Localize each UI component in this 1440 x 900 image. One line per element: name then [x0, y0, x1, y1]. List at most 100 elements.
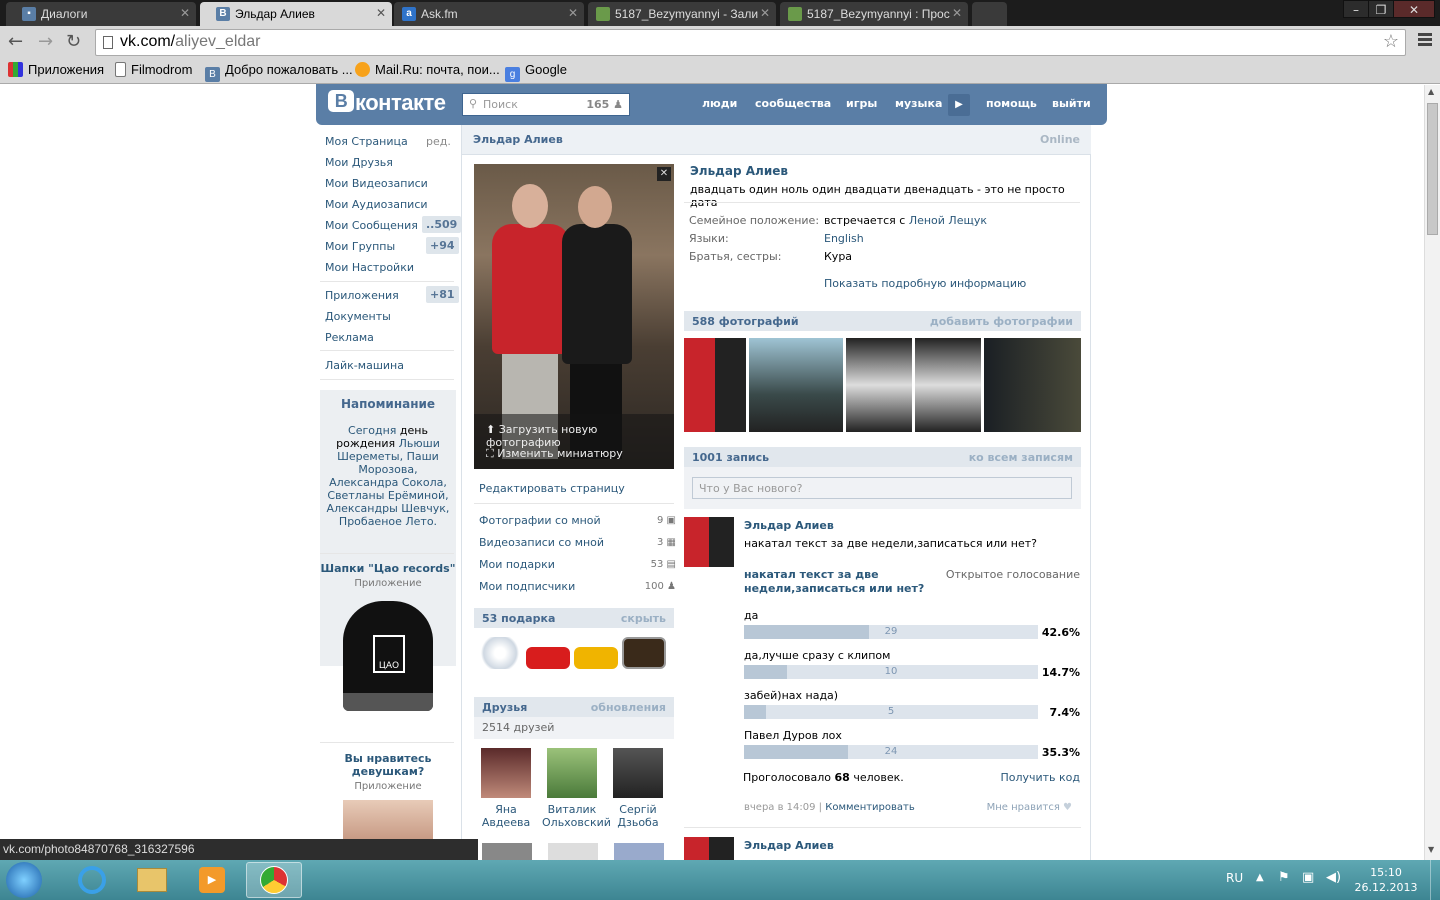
edit-page-link[interactable]: Редактировать страницу: [479, 482, 625, 495]
change-thumbnail-link[interactable]: ⛶ Изменить миниатюру: [486, 447, 623, 461]
sidebar-item-friends[interactable]: Мои Друзья: [325, 156, 393, 169]
cap-image[interactable]: ЦАО: [343, 601, 433, 711]
bookmark-star-icon[interactable]: ☆: [1383, 31, 1399, 52]
photo-thumbnail[interactable]: [749, 338, 843, 432]
post-author-avatar[interactable]: [684, 517, 734, 567]
poll-option-bar[interactable]: 24: [744, 745, 1038, 759]
photo-thumbnail[interactable]: [984, 338, 1081, 432]
search-input[interactable]: ⚲ Поиск 165 ♟: [462, 93, 630, 116]
new-tab-button[interactable]: [972, 2, 1007, 26]
photo-thumbnail[interactable]: [684, 338, 746, 432]
tab-bezymyannyi-1[interactable]: 5187_Bezymyannyi - Зали ✕: [588, 2, 776, 26]
close-tab-icon[interactable]: ✕: [180, 6, 190, 20]
gift-diamond[interactable]: [478, 637, 522, 669]
get-code-link[interactable]: Получить код: [1000, 771, 1080, 784]
show-desktop-button[interactable]: [1430, 860, 1440, 900]
my-gifts-link[interactable]: Мои подарки: [479, 558, 555, 571]
app-promo-image[interactable]: [343, 800, 433, 840]
poll-option-bar[interactable]: 29: [744, 625, 1038, 639]
avatar[interactable]: [614, 843, 664, 860]
sidebar-item-settings[interactable]: Мои Настройки: [325, 261, 414, 274]
network-icon[interactable]: ▣: [1302, 870, 1314, 885]
wall-post-input[interactable]: Что у Вас нового?: [692, 477, 1072, 499]
tab-dialogs[interactable]: ▪ Диалоги ✕: [6, 2, 196, 26]
close-tab-icon[interactable]: ✕: [376, 6, 386, 20]
sidebar-edit-link[interactable]: ред.: [426, 135, 451, 148]
close-tab-icon[interactable]: ✕: [568, 6, 578, 20]
avatar[interactable]: [482, 843, 532, 860]
photos-with-me-link[interactable]: Фотографии со мной: [479, 514, 601, 527]
post-author-avatar[interactable]: [684, 837, 734, 860]
sidebar-item-documents[interactable]: Документы: [325, 310, 391, 323]
volume-icon[interactable]: ◀): [1326, 870, 1341, 885]
close-icon[interactable]: ✕: [657, 167, 671, 181]
close-tab-icon[interactable]: ✕: [952, 6, 962, 20]
gift-yellow-car[interactable]: [574, 647, 618, 669]
followers-link[interactable]: Мои подписчики: [479, 580, 575, 593]
friends-count[interactable]: 2514 друзей: [474, 717, 674, 739]
play-icon[interactable]: ▶: [948, 94, 970, 116]
page-scrollbar[interactable]: ▲ ▼: [1424, 85, 1440, 860]
sidebar-item-apps[interactable]: Приложения: [325, 289, 399, 302]
photo-thumbnail[interactable]: [915, 338, 981, 432]
profile-photo[interactable]: ✕ ⬆ Загрузить новую фотографию ⛶ Изменит…: [474, 164, 674, 469]
gift-money-case[interactable]: [622, 637, 666, 669]
friend-card[interactable]: Виталик Ольховский: [542, 748, 611, 829]
nav-communities[interactable]: сообщества: [755, 97, 831, 110]
close-window-icon[interactable]: ✕: [1393, 0, 1435, 18]
app-promo-caps[interactable]: Шапки "Цао records" Приложение ЦАО: [320, 562, 456, 711]
sidebar-item-messages[interactable]: Мои Сообщения: [325, 219, 418, 232]
system-clock[interactable]: 15:10 26.12.2013: [1346, 865, 1426, 895]
nav-music[interactable]: музыка: [895, 97, 942, 110]
online-friends-count[interactable]: 165 ♟: [586, 98, 623, 111]
bookmark-google[interactable]: g Google: [505, 62, 567, 82]
sidebar-item-ads[interactable]: Реклама: [325, 331, 374, 344]
close-tab-icon[interactable]: ✕: [760, 6, 770, 20]
profile-status[interactable]: двадцать один ноль один двадцати двенадц…: [690, 183, 1090, 209]
bookmark-apps[interactable]: Приложения: [8, 62, 104, 77]
poll-option-label[interactable]: Павел Дуров лох: [744, 729, 842, 742]
tab-askfm[interactable]: a Ask.fm ✕: [394, 2, 584, 26]
poll-option-label[interactable]: да: [744, 609, 758, 622]
like-button[interactable]: Мне нравится ♥: [987, 802, 1072, 813]
photo-thumbnail[interactable]: [846, 338, 912, 432]
taskbar-explorer[interactable]: [124, 862, 180, 898]
show-more-info-link[interactable]: Показать подробную информацию: [824, 277, 1026, 290]
maximize-icon[interactable]: ❐: [1368, 0, 1394, 18]
nav-help[interactable]: помощь: [986, 97, 1037, 110]
taskbar-chrome[interactable]: [246, 862, 302, 898]
poll-option-bar[interactable]: 10: [744, 665, 1038, 679]
nav-logout[interactable]: выйти: [1052, 97, 1091, 110]
post-author[interactable]: Эльдар Алиев: [744, 839, 834, 852]
bookmark-vk[interactable]: B Добро пожаловать ...: [205, 62, 353, 82]
avatar[interactable]: [548, 843, 598, 860]
show-hidden-icons[interactable]: ▲: [1256, 872, 1264, 883]
gift-red-car[interactable]: [526, 647, 570, 669]
sidebar-item-like-machine[interactable]: Лайк-машина: [325, 359, 404, 372]
sidebar-item-my-page[interactable]: Моя Страница: [325, 135, 408, 148]
sidebar-item-videos[interactable]: Мои Видеозаписи: [325, 177, 428, 190]
avatar[interactable]: [613, 748, 663, 798]
back-icon[interactable]: ←: [8, 32, 23, 52]
bookmark-filmodrom[interactable]: Filmodrom: [115, 62, 192, 77]
sidebar-item-audio[interactable]: Мои Аудиозаписи: [325, 198, 428, 211]
scroll-down-icon[interactable]: ▼: [1428, 845, 1434, 854]
address-bar[interactable]: vk.com/aliyev_eldar ☆: [95, 29, 1406, 56]
upload-photo-link[interactable]: ⬆ Загрузить новую фотографию: [486, 423, 674, 449]
vk-logo[interactable]: Bконтакте: [328, 90, 446, 116]
scroll-up-icon[interactable]: ▲: [1428, 87, 1434, 96]
avatar[interactable]: [547, 748, 597, 798]
poll-question[interactable]: накатал текст за две недели,записаться и…: [744, 568, 944, 596]
scrollbar-thumb[interactable]: [1427, 103, 1438, 235]
language-indicator[interactable]: RU: [1226, 871, 1243, 885]
minimize-icon[interactable]: –: [1343, 0, 1369, 18]
start-button[interactable]: [6, 862, 42, 898]
reload-icon[interactable]: ↻: [66, 32, 81, 52]
avatar[interactable]: [481, 748, 531, 798]
tab-bezymyannyi-2[interactable]: 5187_Bezymyannyi : Прос ✕: [780, 2, 968, 26]
bookmark-mailru[interactable]: Mail.Ru: почта, пои...: [355, 62, 500, 77]
poll-option-bar[interactable]: 5: [744, 705, 1038, 719]
post-author[interactable]: Эльдар Алиев: [744, 519, 834, 532]
poll-option-label[interactable]: да,лучше сразу с клипом: [744, 649, 890, 662]
friend-card[interactable]: Сергій Дзьоба: [608, 748, 668, 829]
